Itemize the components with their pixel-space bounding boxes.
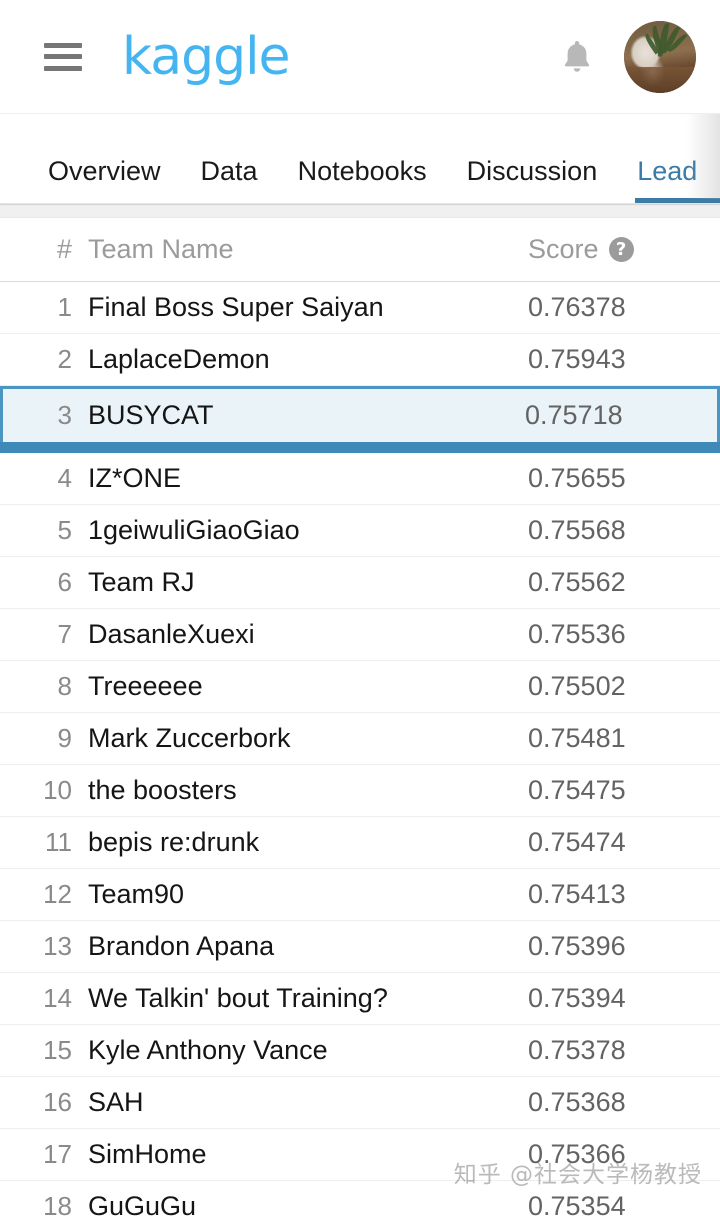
table-row[interactable]: 8 Treeeeee 0.75502 (0, 661, 720, 713)
row-score: 0.75718 (525, 400, 623, 430)
row-team-name: bepis re:drunk (88, 827, 260, 857)
row-team-name: DasanleXuexi (88, 619, 255, 649)
table-row[interactable]: 9 Mark Zuccerbork 0.75481 (0, 713, 720, 765)
row-team-name: Treeeeee (88, 671, 203, 701)
row-rank: 16 (43, 1087, 72, 1117)
table-row[interactable]: 11 bepis re:drunk 0.75474 (0, 817, 720, 869)
table-row[interactable]: 18 GuGuGu 0.75354 (0, 1181, 720, 1217)
row-rank: 15 (43, 1035, 72, 1065)
bell-icon[interactable] (560, 37, 594, 77)
row-rank: 4 (57, 463, 72, 493)
row-score: 0.75562 (528, 567, 626, 597)
hamburger-menu-icon[interactable] (44, 42, 82, 71)
table-row[interactable]: 5 1geiwuliGiaoGiao 0.75568 (0, 505, 720, 557)
row-rank: 8 (57, 671, 72, 701)
table-row[interactable]: 15 Kyle Anthony Vance 0.75378 (0, 1025, 720, 1077)
row-rank: 10 (43, 775, 72, 805)
table-row[interactable]: 14 We Talkin' bout Training? 0.75394 (0, 973, 720, 1025)
tab-list[interactable]: Overview Data Notebooks Discussion Lead (0, 114, 720, 203)
table-row[interactable]: 2 LaplaceDemon 0.75943 (0, 334, 720, 386)
row-score: 0.75655 (528, 463, 626, 493)
row-team-name: Mark Zuccerbork (88, 723, 291, 753)
row-team-name: Final Boss Super Saiyan (88, 292, 384, 322)
row-team-name: IZ*ONE (88, 463, 182, 493)
column-header-team-name: Team Name (88, 234, 234, 264)
row-team-name: SimHome (88, 1139, 207, 1169)
row-score: 0.75475 (528, 775, 626, 805)
tab-data[interactable]: Data (181, 158, 278, 203)
row-rank: 18 (43, 1191, 72, 1217)
row-score: 0.75366 (528, 1139, 626, 1169)
table-row[interactable]: 17 SimHome 0.75366 (0, 1129, 720, 1181)
section-divider (0, 204, 720, 218)
column-header-score: Score ? (516, 234, 696, 265)
row-team-name: GuGuGu (88, 1191, 197, 1217)
row-rank: 14 (43, 983, 72, 1013)
highlight-row-indicator (0, 442, 720, 453)
competition-tabs: Overview Data Notebooks Discussion Lead (0, 114, 720, 204)
site-header: kaggle (0, 0, 720, 114)
column-header-score-label: Score (528, 234, 599, 264)
row-team-name: LaplaceDemon (88, 344, 270, 374)
table-row[interactable]: 10 the boosters 0.75475 (0, 765, 720, 817)
row-score: 0.75396 (528, 931, 626, 961)
row-score: 0.75413 (528, 879, 626, 909)
row-team-name: We Talkin' bout Training? (88, 983, 388, 1013)
avatar-floor (624, 66, 696, 93)
user-avatar[interactable] (624, 20, 696, 93)
table-row[interactable]: 7 DasanleXuexi 0.75536 (0, 609, 720, 661)
kaggle-logo[interactable]: kaggle (122, 31, 291, 83)
leaderboard-table: # Team Name Score ? 1 Final Boss Super Sa… (0, 218, 720, 1217)
row-score: 0.76378 (528, 292, 626, 322)
table-body: 1 Final Boss Super Saiyan 0.76378 2 LaplaceD… (0, 282, 720, 1217)
table-row[interactable]: 6 Team RJ 0.75562 (0, 557, 720, 609)
row-rank: 13 (43, 931, 72, 961)
table-row[interactable]: 16 SAH 0.75368 (0, 1077, 720, 1129)
row-rank: 1 (57, 292, 72, 322)
row-rank: 9 (57, 723, 72, 753)
header-actions (560, 20, 696, 93)
row-score: 0.75368 (528, 1087, 626, 1117)
row-team-name: Kyle Anthony Vance (88, 1035, 328, 1065)
tab-discussion[interactable]: Discussion (447, 158, 618, 203)
row-score: 0.75568 (528, 515, 626, 545)
row-rank: 11 (45, 827, 72, 857)
tab-notebooks[interactable]: Notebooks (278, 158, 447, 203)
row-score: 0.75943 (528, 344, 626, 374)
row-score: 0.75394 (528, 983, 626, 1013)
row-rank: 2 (57, 344, 72, 374)
row-team-name: Team RJ (88, 567, 195, 597)
row-score: 0.75378 (528, 1035, 626, 1065)
kaggle-leaderboard-screen: kaggle Overview Data Notebooks Discussio… (0, 0, 720, 1217)
row-score: 0.75354 (528, 1191, 626, 1217)
help-icon[interactable]: ? (608, 237, 634, 262)
row-score: 0.75481 (528, 723, 626, 753)
table-row[interactable]: 4 IZ*ONE 0.75655 (0, 453, 720, 505)
table-row[interactable]: 3 BUSYCAT 0.75718 (0, 386, 720, 442)
row-rank: 3 (57, 400, 72, 430)
row-team-name: SAH (88, 1087, 144, 1117)
table-header-row: # Team Name Score ? (0, 218, 720, 282)
row-team-name: the boosters (88, 775, 237, 805)
row-rank: 12 (43, 879, 72, 909)
row-score: 0.75474 (528, 827, 626, 857)
row-score: 0.75536 (528, 619, 626, 649)
tab-overview[interactable]: Overview (48, 158, 181, 203)
row-team-name: Brandon Apana (88, 931, 275, 961)
row-score: 0.75502 (528, 671, 626, 701)
row-team-name: 1geiwuliGiaoGiao (88, 515, 300, 545)
table-row[interactable]: 12 Team90 0.75413 (0, 869, 720, 921)
row-team-name: Team90 (88, 879, 185, 909)
tab-leaderboard[interactable]: Lead (617, 158, 720, 203)
table-row[interactable]: 13 Brandon Apana 0.75396 (0, 921, 720, 973)
row-rank: 5 (57, 515, 72, 545)
row-team-name: BUSYCAT (88, 400, 214, 430)
row-rank: 7 (57, 619, 72, 649)
row-rank: 17 (43, 1139, 72, 1169)
row-rank: 6 (57, 567, 72, 597)
column-header-rank: # (56, 234, 72, 264)
table-row[interactable]: 1 Final Boss Super Saiyan 0.76378 (0, 282, 720, 334)
